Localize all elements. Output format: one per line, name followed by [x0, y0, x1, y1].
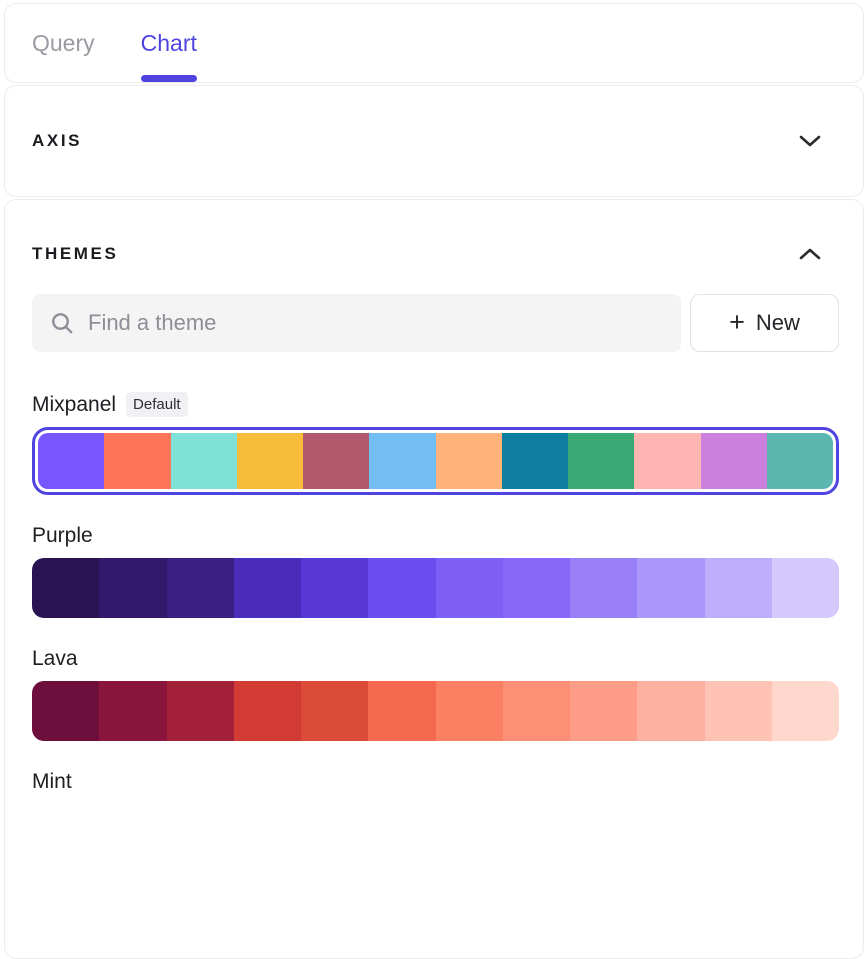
theme-swatch-bar[interactable] [32, 558, 839, 618]
chart-settings-panel: Query Chart AXIS THEMES + New Mixp [0, 0, 866, 824]
theme-label-row: Lava [32, 647, 839, 671]
theme-item: Mint [32, 770, 839, 794]
theme-label-row: Purple [32, 524, 839, 548]
plus-icon: + [729, 309, 745, 336]
color-swatch [99, 558, 166, 618]
theme-name: Mixpanel [32, 393, 116, 417]
tab-query[interactable]: Query [32, 4, 95, 82]
themes-header[interactable]: THEMES [32, 200, 839, 264]
color-swatch [570, 681, 637, 741]
theme-name: Mint [32, 770, 72, 794]
swatch-bar [32, 558, 839, 618]
color-swatch [369, 433, 435, 489]
themes-section: THEMES + New MixpanelDefaultPurpleLavaMi… [4, 199, 864, 959]
color-swatch [167, 681, 234, 741]
color-swatch [502, 433, 568, 489]
theme-item: Lava [32, 647, 839, 741]
axis-section[interactable]: AXIS [4, 85, 864, 197]
search-icon [50, 311, 74, 335]
chevron-down-icon[interactable] [799, 134, 821, 148]
theme-item: Mixpanel Default [32, 392, 839, 495]
themes-section-title: THEMES [32, 244, 118, 264]
color-swatch [570, 558, 637, 618]
color-swatch [503, 558, 570, 618]
tab-chart[interactable]: Chart [141, 4, 197, 82]
themes-toolbar: + New [32, 294, 839, 352]
color-swatch [303, 433, 369, 489]
color-swatch [436, 558, 503, 618]
theme-search-input[interactable] [88, 310, 663, 336]
color-swatch [705, 681, 772, 741]
color-swatch [38, 433, 104, 489]
new-theme-button-label: New [756, 310, 800, 336]
color-swatch [436, 433, 502, 489]
tab-bar: Query Chart [4, 3, 864, 83]
color-swatch [634, 433, 700, 489]
color-swatch [767, 433, 833, 489]
color-swatch [368, 681, 435, 741]
color-swatch [368, 558, 435, 618]
color-swatch [701, 433, 767, 489]
color-swatch [772, 681, 839, 741]
color-swatch [705, 558, 772, 618]
color-swatch [301, 681, 368, 741]
color-swatch [32, 558, 99, 618]
chevron-up-icon[interactable] [799, 247, 821, 261]
theme-name: Purple [32, 524, 93, 548]
color-swatch [637, 681, 704, 741]
color-swatch [104, 433, 170, 489]
color-swatch [637, 558, 704, 618]
new-theme-button[interactable]: + New [690, 294, 839, 352]
theme-search[interactable] [32, 294, 681, 352]
color-swatch [503, 681, 570, 741]
theme-label-row: Mixpanel Default [32, 392, 839, 417]
theme-label-row: Mint [32, 770, 839, 794]
tabs: Query Chart [32, 4, 863, 82]
color-swatch [167, 558, 234, 618]
color-swatch [436, 681, 503, 741]
default-badge: Default [126, 392, 188, 417]
color-swatch [234, 681, 301, 741]
theme-item: Purple [32, 524, 839, 618]
color-swatch [32, 681, 99, 741]
swatch-bar [38, 433, 833, 489]
axis-section-title: AXIS [32, 131, 82, 151]
color-swatch [301, 558, 368, 618]
color-swatch [234, 558, 301, 618]
theme-swatch-bar[interactable] [32, 427, 839, 495]
color-swatch [772, 558, 839, 618]
theme-name: Lava [32, 647, 78, 671]
theme-list: Mixpanel Default Purple Lava Mint [32, 392, 839, 794]
color-swatch [237, 433, 303, 489]
color-swatch [568, 433, 634, 489]
swatch-bar [32, 681, 839, 741]
theme-swatch-bar[interactable] [32, 681, 839, 741]
color-swatch [99, 681, 166, 741]
color-swatch [171, 433, 237, 489]
